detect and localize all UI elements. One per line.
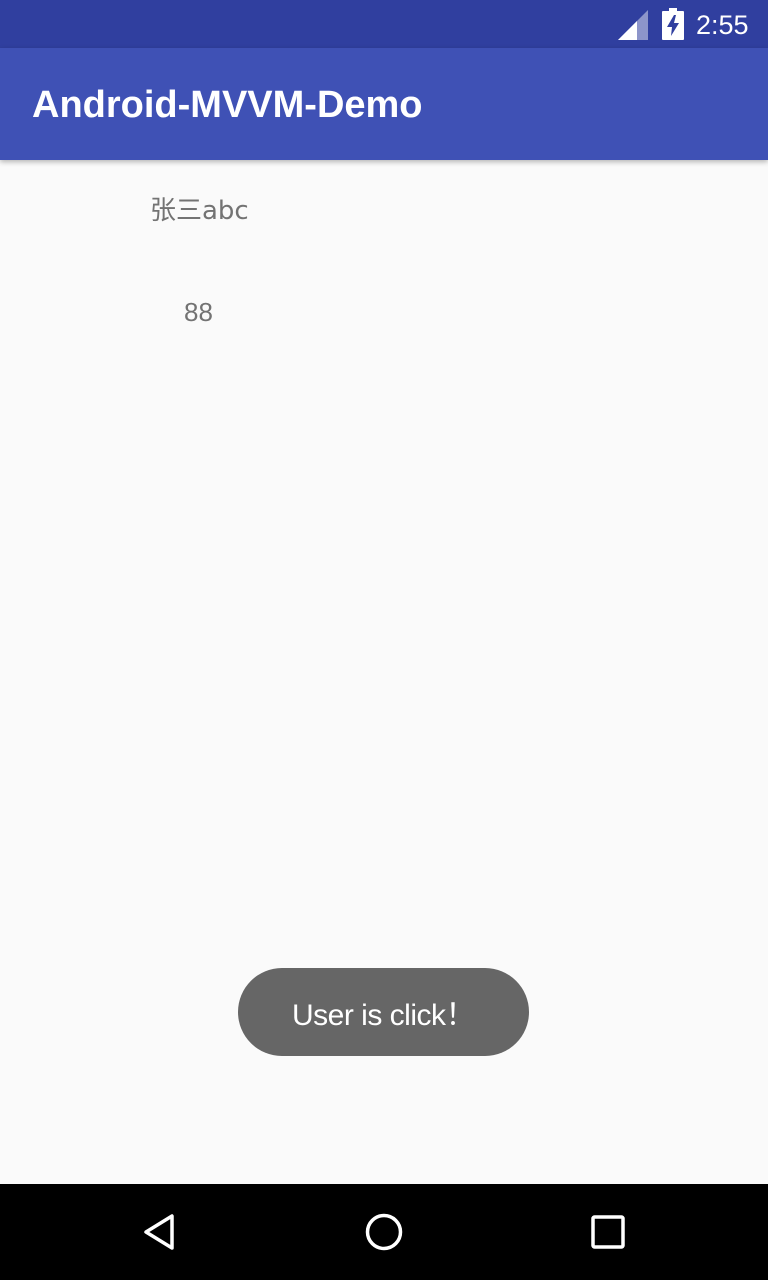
toast: User is click！: [238, 968, 529, 1056]
recents-icon[interactable]: [584, 1208, 632, 1256]
back-icon[interactable]: [136, 1208, 184, 1256]
app-bar: Android-MVVM-Demo: [0, 48, 768, 160]
user-age-text: 88: [184, 297, 213, 327]
app-screen: 2:55 Android-MVVM-Demo 张三abc 88 User is …: [0, 0, 768, 1280]
status-bar: 2:55: [0, 0, 768, 48]
signal-icon: [618, 10, 648, 40]
navigation-bar: [0, 1184, 768, 1280]
toast-message: User is click！: [291, 999, 476, 1032]
app-title: Android-MVVM-Demo: [32, 84, 423, 126]
status-clock: 2:55: [696, 10, 749, 40]
user-name-text[interactable]: 张三abc: [150, 192, 249, 230]
home-icon[interactable]: [360, 1208, 408, 1256]
battery-charging-icon: [662, 8, 684, 40]
